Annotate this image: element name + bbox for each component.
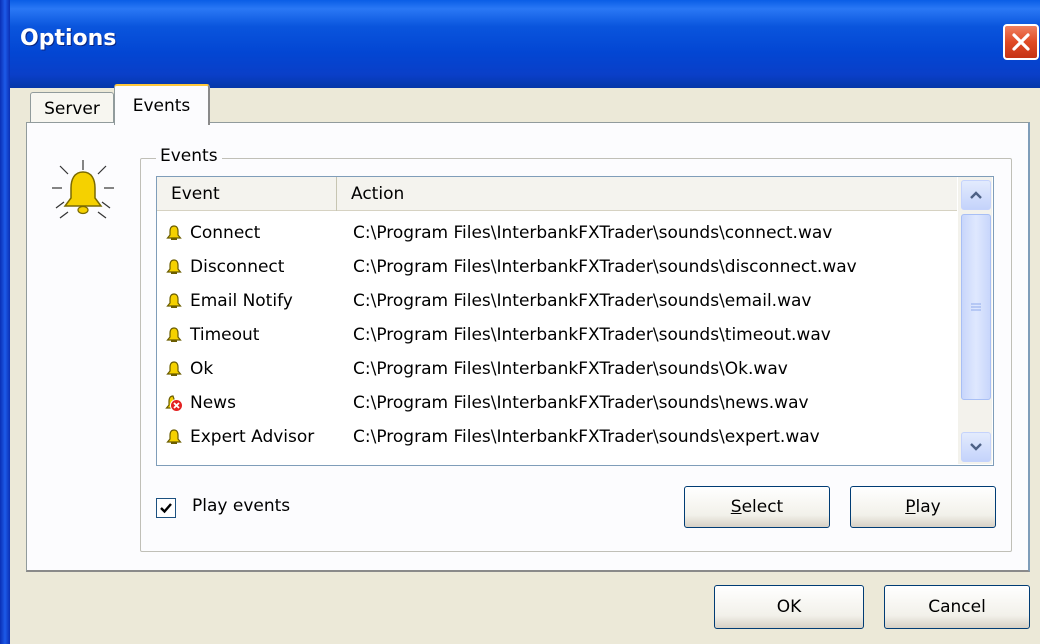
cell-event: Connect — [157, 223, 337, 243]
cell-event: Timeout — [157, 325, 337, 345]
list-rows: Connect C:\Program Files\InterbankFXTrade… — [157, 216, 957, 454]
cell-event: Email Notify — [157, 291, 337, 311]
table-row[interactable]: Expert Advisor C:\Program Files\Interbank… — [157, 420, 957, 454]
play-button-label: lay — [915, 497, 941, 517]
column-header-action[interactable]: Action — [337, 177, 957, 211]
cell-event: Ok — [157, 359, 337, 379]
event-action-path: C:\Program Files\InterbankFXTrader\sound… — [353, 393, 809, 413]
event-action-path: C:\Program Files\InterbankFXTrader\sound… — [353, 427, 820, 447]
table-row[interactable]: Timeout C:\Program Files\InterbankFXTrade… — [157, 318, 957, 352]
tab-events-label: Events — [132, 95, 191, 116]
cell-event: Disconnect — [157, 257, 337, 277]
tab-server[interactable]: Server — [30, 92, 114, 124]
play-events-label[interactable]: Play events — [192, 496, 290, 516]
close-button[interactable] — [1003, 24, 1039, 60]
event-action-path: C:\Program Files\InterbankFXTrader\sound… — [353, 325, 831, 345]
bell-icon — [165, 428, 183, 446]
event-name: Email Notify — [190, 291, 293, 311]
chevron-up-icon — [970, 191, 982, 199]
event-name: Ok — [190, 359, 214, 379]
bell-icon — [165, 326, 183, 344]
select-button[interactable]: Select — [684, 486, 830, 528]
tab-events[interactable]: Events — [114, 84, 210, 125]
cancel-button[interactable]: Cancel — [884, 585, 1030, 629]
play-events-checkbox[interactable] — [156, 498, 176, 518]
large-bell-icon — [52, 160, 114, 219]
table-row[interactable]: Ok C:\Program Files\InterbankFXTrader\sou… — [157, 352, 957, 386]
table-row[interactable]: Connect C:\Program Files\InterbankFXTrade… — [157, 216, 957, 250]
table-row[interactable]: Disconnect C:\Program Files\InterbankFXTr… — [157, 250, 957, 284]
event-action-path: C:\Program Files\InterbankFXTrader\sound… — [353, 257, 857, 277]
select-button-mnemonic: S — [730, 497, 742, 517]
scroll-thumb[interactable] — [961, 214, 991, 400]
event-name: Connect — [190, 223, 261, 243]
cell-event: News — [157, 393, 337, 413]
bell-disabled-icon — [165, 394, 183, 412]
bell-icon — [165, 360, 183, 378]
tab-server-label: Server — [44, 98, 100, 119]
event-name: Expert Advisor — [190, 427, 315, 447]
play-button[interactable]: Play — [850, 486, 996, 528]
title-bar[interactable] — [0, 0, 1040, 88]
cancel-button-label: Cancel — [928, 597, 986, 617]
chevron-down-icon — [970, 443, 982, 451]
select-button-label: elect — [741, 497, 784, 517]
close-icon — [1012, 33, 1030, 51]
event-action-path: C:\Program Files\InterbankFXTrader\sound… — [353, 359, 788, 379]
column-header-event[interactable]: Event — [157, 177, 337, 211]
event-name: Timeout — [190, 325, 260, 345]
play-button-mnemonic: P — [905, 497, 916, 517]
event-action-path: C:\Program Files\InterbankFXTrader\sound… — [353, 291, 812, 311]
table-row[interactable]: Email Notify C:\Program Files\InterbankFX… — [157, 284, 957, 318]
table-row[interactable]: News C:\Program Files\InterbankFXTrader\s… — [157, 386, 957, 420]
events-group-label: Events — [156, 146, 222, 166]
window-title: Options — [20, 26, 117, 51]
event-name: Disconnect — [190, 257, 285, 277]
bell-icon — [165, 258, 183, 276]
ok-button-label: OK — [776, 597, 802, 617]
bell-icon — [165, 224, 183, 242]
event-action-path: C:\Program Files\InterbankFXTrader\sound… — [353, 223, 833, 243]
cell-event: Expert Advisor — [157, 427, 337, 447]
bell-icon — [165, 292, 183, 310]
scroll-down-button[interactable] — [961, 432, 991, 462]
checkmark-icon — [160, 503, 172, 514]
ok-button[interactable]: OK — [714, 585, 864, 629]
scroll-up-button[interactable] — [961, 180, 991, 210]
list-header: Event Action — [157, 177, 957, 211]
grip-icon — [971, 303, 981, 311]
window-border — [0, 0, 10, 644]
event-name: News — [190, 393, 236, 413]
